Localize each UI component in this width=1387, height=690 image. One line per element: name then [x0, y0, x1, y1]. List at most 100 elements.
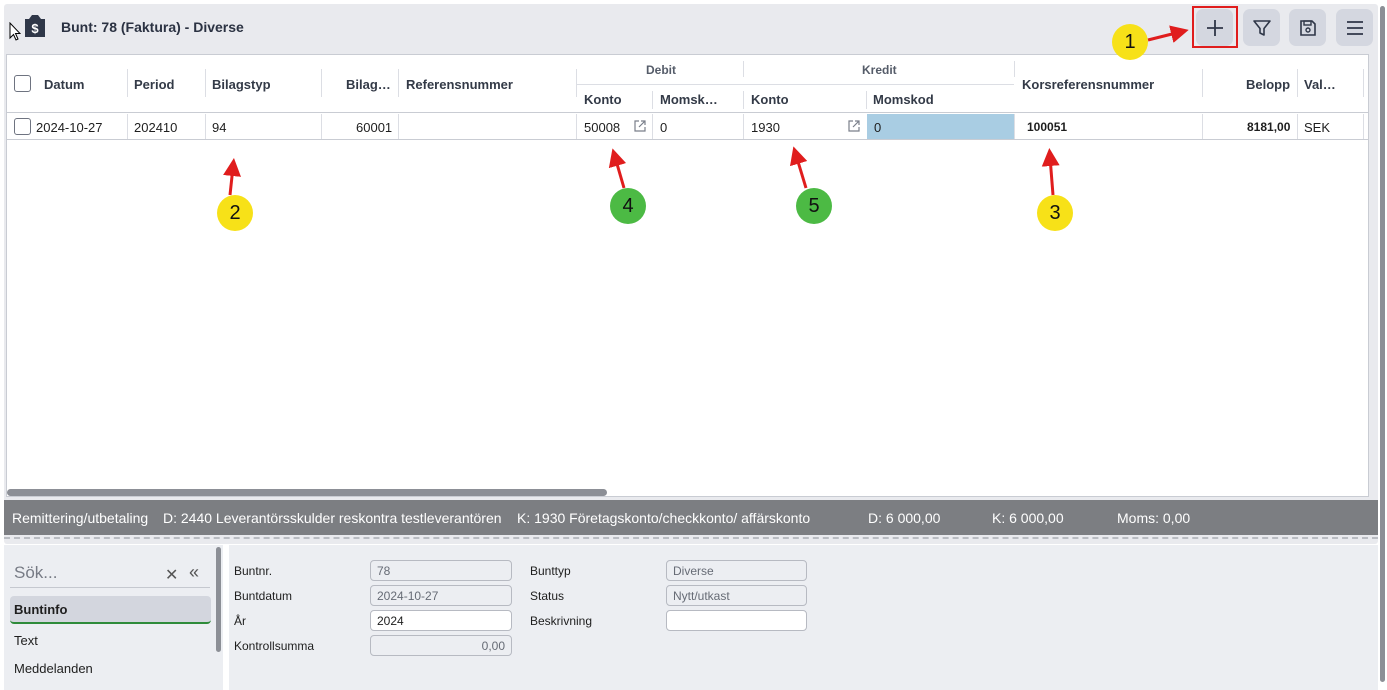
col-debit-konto[interactable]: Konto — [584, 92, 622, 107]
open-external-icon[interactable] — [633, 119, 647, 133]
open-external-icon[interactable] — [847, 119, 861, 133]
page-title: Bunt: 78 (Faktura) - Diverse — [61, 19, 244, 35]
status-bar: Remittering/utbetaling D: 2440 Leverantö… — [4, 500, 1378, 535]
row-divider — [576, 114, 577, 139]
ar-field[interactable]: 2024 — [370, 610, 512, 631]
col-debit-momskod[interactable]: Momsk… — [660, 92, 730, 107]
nav-item-text[interactable]: Text — [14, 633, 38, 648]
selected-cell-highlight — [867, 114, 1015, 139]
mouse-cursor-icon — [9, 22, 21, 41]
ar-label: År — [234, 614, 246, 628]
nav-item-meddelanden[interactable]: Meddelanden — [14, 661, 93, 676]
horizontal-scrollbar[interactable] — [7, 489, 607, 496]
status-credit-account: K: 1930 Företagskonto/checkkonto/ affärs… — [517, 510, 811, 526]
col-divider — [398, 69, 399, 97]
status-credit-total: K: 6 000,00 — [992, 510, 1064, 526]
add-button-highlight — [1192, 6, 1238, 48]
col-belopp[interactable]: Belopp — [1246, 77, 1290, 92]
invoice-bag-icon: $ — [25, 15, 45, 37]
grid-header: Datum Period Bilagstyp Bilag… Referensnu… — [7, 55, 1368, 113]
col-valuta[interactable]: Val… — [1304, 77, 1336, 92]
row-divider — [1014, 114, 1015, 139]
row-divider — [1297, 114, 1298, 139]
kontrollsumma-field: 0,00 — [370, 635, 512, 656]
col-divider — [1363, 69, 1364, 97]
cell-kredit-momskod[interactable]: 0 — [874, 120, 881, 135]
splitter[interactable] — [4, 537, 1378, 539]
cell-valuta[interactable]: SEK — [1304, 120, 1330, 135]
cell-belopp[interactable]: 8181,00 — [1247, 120, 1290, 134]
bunttyp-field: Diverse — [666, 560, 807, 581]
row-divider — [321, 114, 322, 139]
annotation-badge-3: 3 — [1037, 195, 1073, 231]
col-period[interactable]: Period — [134, 77, 174, 92]
cell-period[interactable]: 202410 — [134, 120, 177, 135]
cell-debit-momskod[interactable]: 0 — [660, 120, 667, 135]
nav-item-label: Buntinfo — [14, 602, 68, 617]
status-debit-total: D: 6 000,00 — [868, 510, 941, 526]
row-divider — [1202, 114, 1203, 139]
status-vat: Moms: 0,00 — [1117, 510, 1191, 526]
filter-button[interactable] — [1243, 9, 1280, 46]
col-divider — [127, 69, 128, 97]
col-kredit-konto[interactable]: Konto — [751, 92, 789, 107]
svg-text:$: $ — [31, 21, 39, 36]
filter-icon — [1252, 19, 1271, 36]
row-divider — [743, 114, 744, 139]
row-checkbox[interactable] — [14, 118, 31, 135]
col-divider — [652, 91, 653, 109]
side-nav-scrollbar[interactable] — [216, 547, 221, 652]
col-kredit-momskod[interactable]: Momskod — [873, 92, 934, 107]
bunt-info-form: Buntnr. 78 Buntdatum 2024-10-27 År 2024 … — [229, 545, 1378, 690]
cell-bilag[interactable]: 60001 — [356, 120, 392, 135]
col-datum[interactable]: Datum — [44, 77, 84, 92]
cell-bilagstyp[interactable]: 94 — [212, 120, 226, 135]
save-icon — [1299, 19, 1316, 36]
annotation-badge-5: 5 — [796, 188, 832, 224]
save-button[interactable] — [1289, 9, 1326, 46]
select-all-checkbox[interactable] — [14, 75, 31, 92]
close-icon[interactable]: ✕ — [165, 565, 178, 585]
col-divider — [1202, 69, 1203, 97]
nav-item-buntinfo[interactable]: Buntinfo — [10, 596, 211, 624]
col-referensnummer[interactable]: Referensnummer — [406, 77, 513, 92]
bunttyp-label: Bunttyp — [530, 564, 571, 578]
cell-korsreferensnummer[interactable]: 100051 — [1027, 120, 1067, 134]
cell-datum[interactable]: 2024-10-27 — [36, 120, 103, 135]
cell-kredit-konto[interactable]: 1930 — [751, 120, 780, 135]
page-vertical-scrollbar[interactable] — [1380, 6, 1385, 682]
status-debit-account: D: 2440 Leverantörsskulder reskontra tes… — [163, 510, 502, 526]
collapse-icon[interactable]: « — [189, 562, 199, 583]
col-divider — [1297, 69, 1298, 97]
status-field: Nytt/utkast — [666, 585, 807, 606]
status-type: Remittering/utbetaling — [12, 510, 149, 526]
group-header-divider — [577, 84, 1014, 85]
cell-debit-konto[interactable]: 50008 — [584, 120, 620, 135]
side-nav: Sök... ✕ « Buntinfo Text Meddelanden — [4, 545, 223, 690]
menu-icon — [1346, 20, 1363, 35]
col-korsreferensnummer[interactable]: Korsreferensnummer — [1022, 77, 1154, 92]
col-divider — [576, 69, 577, 97]
beskrivning-field[interactable] — [666, 610, 807, 631]
buntdatum-field: 2024-10-27 — [370, 585, 512, 606]
annotation-badge-4: 4 — [610, 188, 646, 224]
row-divider — [398, 114, 399, 139]
annotation-badge-2: 2 — [217, 195, 253, 231]
col-bilagstyp[interactable]: Bilagstyp — [212, 77, 271, 92]
transactions-grid: Datum Period Bilagstyp Bilag… Referensnu… — [6, 54, 1369, 497]
search-input[interactable]: Sök... — [14, 563, 57, 583]
col-divider — [866, 91, 867, 109]
row-divider — [652, 114, 653, 139]
col-group-debit: Debit — [646, 63, 676, 77]
beskrivning-label: Beskrivning — [530, 614, 593, 628]
buntdatum-label: Buntdatum — [234, 589, 293, 603]
table-row[interactable]: 2024-10-27 202410 94 60001 50008 0 1930 … — [7, 114, 1368, 140]
col-divider — [743, 91, 744, 109]
search-underline — [10, 587, 210, 588]
col-bilag[interactable]: Bilag… — [346, 77, 391, 92]
kontrollsumma-label: Kontrollsumma — [234, 639, 315, 653]
row-divider — [1363, 114, 1364, 139]
buntnr-field: 78 — [370, 560, 512, 581]
col-divider — [743, 61, 744, 77]
menu-button[interactable] — [1336, 9, 1373, 46]
